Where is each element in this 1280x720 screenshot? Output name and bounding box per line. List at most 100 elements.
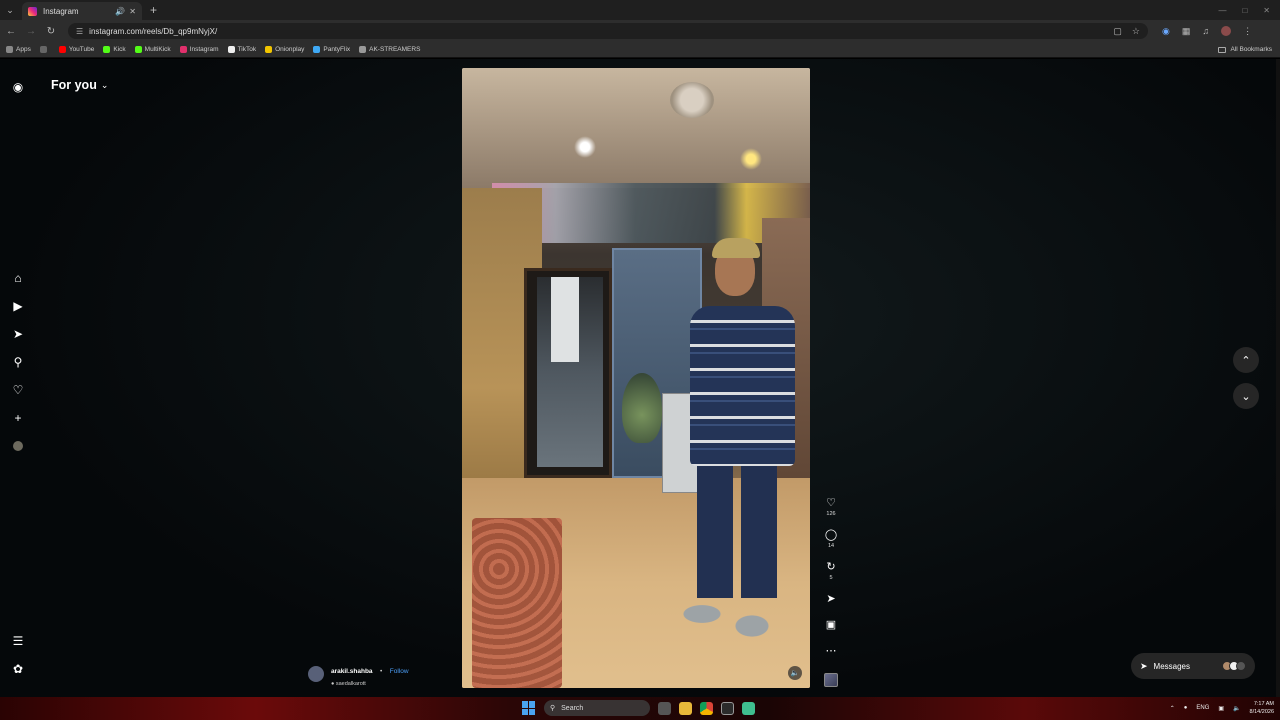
share-button[interactable]: ➤ — [822, 593, 840, 605]
bookmark-item[interactable]: Instagram — [179, 46, 219, 53]
all-bookmarks-button[interactable]: All Bookmarks — [1218, 46, 1272, 53]
task-view-icon[interactable] — [658, 701, 671, 715]
bookmark-icon: ▣ — [825, 619, 837, 631]
bookmark-item[interactable]: MultiKick — [134, 46, 171, 53]
app-icon[interactable] — [742, 701, 755, 715]
reload-icon[interactable]: ↻ — [42, 26, 60, 37]
meta-threads-icon[interactable]: ✿ — [10, 661, 26, 677]
taskbar-clock[interactable]: 7:17 AM 8/14/2026 — [1250, 700, 1274, 716]
bookmark-item[interactable]: YouTube — [58, 46, 94, 53]
page-scrollbar[interactable] — [1276, 59, 1280, 697]
create-plus-icon[interactable]: + — [10, 410, 26, 426]
author-separator: • — [380, 668, 383, 675]
instagram-page: ◉ ⌂ ▶ ➤ ⚲ ♡ + ☰ ✿ For you ⌄ 🔈 ♡ 126 ◯ 14… — [0, 59, 1280, 697]
browser-menu-icon[interactable]: ⋮ — [1243, 26, 1252, 37]
messages-label: Messages — [1153, 661, 1191, 671]
tab-audio-icon[interactable]: 🔊 — [115, 7, 125, 16]
site-info-icon[interactable]: ☰ — [76, 27, 83, 36]
messages-button[interactable]: ➤ Messages — [1131, 653, 1255, 679]
kick-icon — [103, 46, 111, 53]
tab-close-icon[interactable]: ✕ — [129, 7, 136, 16]
taskbar-search[interactable]: ⚲ Search — [544, 700, 650, 716]
new-tab-button[interactable]: + — [150, 3, 157, 17]
more-options-button[interactable]: ⋯ — [822, 645, 840, 657]
ak-streamers-icon — [359, 46, 367, 53]
forward-arrow-icon[interactable]: → — [22, 26, 40, 37]
extension-icon[interactable]: ◉ — [1162, 26, 1170, 37]
comment-button[interactable]: ◯ 14 — [822, 529, 840, 549]
network-icon[interactable]: ▣ — [1218, 705, 1224, 712]
maximize-icon[interactable]: □ — [1242, 6, 1247, 15]
minimize-icon[interactable]: — — [1218, 6, 1226, 15]
bookmark-item[interactable]: AK-STREAMERS — [359, 46, 420, 53]
windows-start-icon[interactable] — [522, 701, 536, 715]
window-controls: — □ ✕ — [1218, 6, 1280, 15]
url-bar[interactable]: ☰ instagram.com/reels/Db_qp9mNyjX/ ▢ ☆ — [68, 23, 1148, 39]
instagram-logo-icon[interactable]: ◉ — [10, 79, 26, 95]
home-icon[interactable]: ⌂ — [10, 270, 26, 286]
direct-send-icon[interactable]: ➤ — [10, 326, 26, 342]
feed-selector[interactable]: For you ⌄ — [51, 78, 108, 92]
notifications-heart-icon[interactable]: ♡ — [10, 382, 26, 398]
language-indicator[interactable]: ENG — [1196, 705, 1209, 711]
author-avatar[interactable] — [308, 665, 324, 682]
messages-send-icon: ➤ — [1140, 660, 1148, 671]
cast-icon[interactable]: ▢ — [1113, 26, 1122, 37]
original-audio-thumbnail[interactable] — [824, 673, 838, 687]
save-button[interactable]: ▣ — [822, 619, 840, 631]
next-reel-button[interactable]: ⌄ — [1233, 383, 1259, 409]
shop-door — [524, 268, 612, 478]
browser-tabbar: ⌄ Instagram 🔊 ✕ + — □ ✕ — [0, 0, 1280, 20]
more-dots-icon: ⋯ — [825, 645, 837, 657]
back-arrow-icon[interactable]: ← — [2, 26, 20, 37]
multikick-icon — [134, 46, 142, 53]
follow-button[interactable]: Follow — [390, 668, 409, 675]
close-window-icon[interactable]: ✕ — [1263, 6, 1270, 15]
chrome-icon[interactable] — [700, 701, 713, 715]
comment-count: 14 — [827, 543, 835, 549]
more-menu-icon[interactable]: ☰ — [10, 633, 26, 649]
reel-video[interactable]: 🔈 — [462, 68, 810, 688]
clock-time: 7:17 AM — [1253, 701, 1274, 707]
door-paper — [551, 277, 579, 362]
taskbar-search-label: Search — [561, 704, 584, 712]
bookmark-item[interactable]: Kick — [103, 46, 126, 53]
bookmark-item[interactable]: Onionplay — [265, 46, 304, 53]
bookmark-item[interactable]: Apps — [6, 46, 31, 53]
repost-count: 5 — [829, 575, 833, 581]
avatar-image — [13, 441, 23, 451]
extensions-area: ◉ ▦ ♫ ⋮ — [1162, 26, 1252, 37]
microphone-icon[interactable]: ● — [1184, 705, 1188, 711]
reels-icon[interactable]: ▶ — [10, 298, 26, 314]
bookmark-item[interactable]: TikTok — [227, 46, 256, 53]
bookmark-star-icon[interactable]: ☆ — [1132, 26, 1140, 37]
media-controls-icon[interactable]: ♫ — [1202, 26, 1209, 36]
profile-avatar[interactable] — [10, 438, 26, 454]
repost-button[interactable]: ↻ 5 — [822, 561, 840, 581]
bookmark-grid-icon[interactable] — [39, 46, 50, 53]
extensions-puzzle-icon[interactable]: ▦ — [1182, 26, 1191, 37]
audio-credit[interactable]: ● saedalkarott — [331, 681, 409, 687]
bookmark-item[interactable]: PantyFlix — [313, 46, 350, 53]
app-icon[interactable] — [721, 701, 734, 715]
previous-reel-button[interactable]: ⌃ — [1233, 347, 1259, 373]
instagram-icon — [179, 46, 187, 53]
author-username[interactable]: arakil.shahba — [331, 668, 373, 675]
tab-title: Instagram — [43, 6, 79, 16]
tray-chevron-up-icon[interactable]: ⌃ — [1170, 705, 1175, 712]
volume-icon[interactable]: 🔈 — [1233, 705, 1240, 712]
messages-avatars — [1222, 661, 1246, 671]
taskbar-apps: ⚲ Search — [522, 700, 755, 716]
search-icon[interactable]: ⚲ — [10, 354, 26, 370]
youtube-icon — [58, 46, 66, 53]
browser-tab-instagram[interactable]: Instagram 🔊 ✕ — [22, 2, 142, 20]
mute-icon[interactable]: 🔈 — [788, 666, 802, 680]
file-explorer-icon[interactable] — [679, 701, 692, 715]
person-cap — [712, 238, 760, 258]
like-button[interactable]: ♡ 126 — [822, 497, 840, 517]
profile-avatar[interactable] — [1221, 26, 1232, 36]
clay-pots — [472, 518, 562, 688]
tab-search-icon[interactable]: ⌄ — [0, 0, 20, 20]
clock-date: 8/14/2026 — [1249, 709, 1274, 715]
message-avatar — [1236, 661, 1246, 671]
